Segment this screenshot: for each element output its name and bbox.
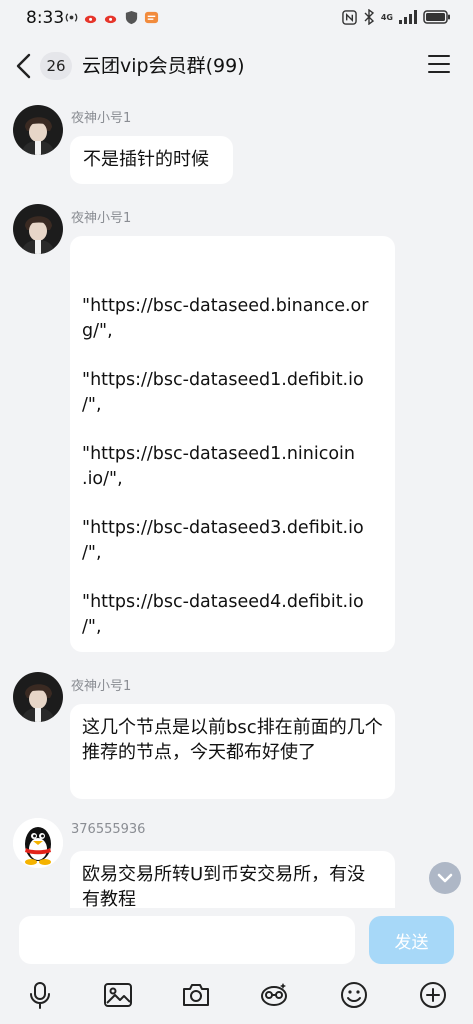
weibo-icon [104, 15, 117, 24]
url-link[interactable]: g/ [82, 321, 99, 341]
url-link[interactable]: https://bsc-dataseed1.ninicoin [90, 444, 355, 464]
chat-header: 26 云团vip会员群(99) [0, 36, 473, 96]
system-status-icons: 4G [342, 9, 451, 25]
camera-icon[interactable] [181, 980, 211, 1010]
chevron-down-icon [437, 873, 453, 883]
link-entry: "https://bsc-dataseed1.ninicoin .io/", [82, 444, 356, 489]
weibo-icon [84, 15, 97, 24]
url-link[interactable]: https://bsc-dataseed3.defibit.io [90, 518, 364, 538]
back-arrow-icon[interactable] [14, 52, 34, 80]
battery-icon [423, 10, 450, 24]
sender-name: 夜神小号1 [71, 679, 132, 694]
message-bubble[interactable]: 不是插针的时候 [70, 136, 233, 184]
link-entry: "https://bsc-dataseed3.defibit.io/", [82, 518, 364, 563]
message-bubble-links[interactable]: "https://bsc-dataseed.binance.or g/", "ht… [70, 236, 395, 652]
dark-character-avatar-icon [13, 672, 63, 722]
scroll-to-bottom-button[interactable] [429, 862, 461, 894]
message-text: 不是插针的时候 [83, 149, 209, 170]
shield-icon [125, 10, 138, 25]
network-type: 4G [380, 12, 393, 22]
sender-name: 夜神小号1 [71, 211, 132, 226]
message-text: 欧易交易所转U到币安交易所，有没有教程 [82, 864, 366, 910]
microphone-icon[interactable] [25, 980, 55, 1010]
sender-name: 376555936 [71, 822, 146, 837]
dark-character-avatar-icon [13, 105, 63, 155]
sender-avatar[interactable] [13, 204, 63, 254]
link-entry: "https://bsc-dataseed.binance.or g/", [82, 296, 369, 341]
message-input[interactable] [19, 916, 355, 964]
status-time: 8:33 [26, 8, 65, 28]
menu-icon[interactable] [428, 55, 450, 75]
hotspot-icon [65, 13, 78, 22]
emoji-icon[interactable] [339, 980, 369, 1010]
url-link[interactable]: https://bsc-dataseed1.defibit.io [90, 370, 364, 390]
input-toolbar [0, 972, 473, 1016]
sender-avatar[interactable] [13, 818, 63, 868]
link-entry: "https://bsc-dataseed4.defibit.io/", [82, 592, 364, 637]
url-link[interactable]: https://bsc-dataseed4.defibit.io [90, 592, 364, 612]
chat-title[interactable]: 云团vip会员群(99) [82, 52, 245, 80]
dark-character-avatar-icon [13, 204, 63, 254]
sender-name: 夜神小号1 [71, 111, 132, 126]
message-bubble[interactable]: 这几个节点是以前bsc排在前面的几个 推荐的节点，今天都布好使了 [70, 704, 395, 799]
nfc-icon [342, 9, 357, 25]
message-app-icon [144, 11, 159, 24]
status-bar: 8:33 4G [0, 0, 473, 36]
url-link[interactable]: https://bsc-dataseed.binance.or [90, 296, 368, 316]
image-icon[interactable] [103, 980, 133, 1010]
red-packet-icon[interactable] [259, 980, 289, 1010]
input-area: 发送 [0, 908, 473, 1024]
sender-avatar[interactable] [13, 105, 63, 155]
link-entry: "https://bsc-dataseed1.defibit.io/", [82, 370, 364, 415]
message-text: 这几个节点是以前bsc排在前面的几个 推荐的节点，今天都布好使了 [82, 717, 383, 763]
bluetooth-icon [364, 9, 374, 25]
notification-icons [64, 10, 159, 25]
url-link[interactable]: .io/ [82, 469, 109, 489]
sender-avatar[interactable] [13, 672, 63, 722]
unread-count-badge[interactable]: 26 [40, 52, 72, 80]
plus-icon[interactable] [418, 980, 448, 1010]
signal-icon [399, 10, 417, 24]
send-button[interactable]: 发送 [369, 916, 454, 964]
penguin-avatar-icon [13, 818, 63, 868]
